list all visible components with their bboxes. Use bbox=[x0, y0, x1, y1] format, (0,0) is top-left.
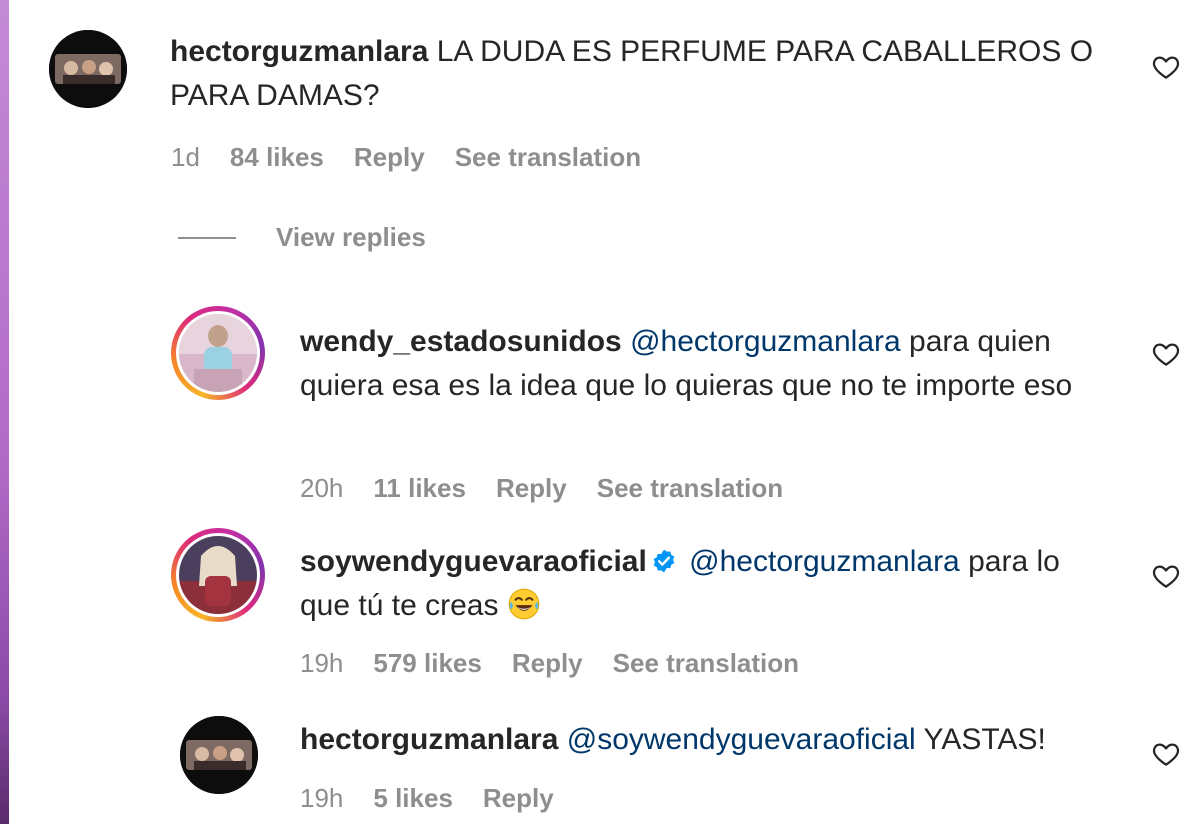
see-translation-button[interactable]: See translation bbox=[455, 142, 641, 173]
reply-likes[interactable]: 579 likes bbox=[373, 648, 481, 679]
view-replies-divider bbox=[178, 236, 236, 239]
reply-button[interactable]: Reply bbox=[354, 142, 425, 173]
comment-meta: 1d 84 likes Reply See translation bbox=[171, 142, 641, 173]
heart-icon[interactable] bbox=[1151, 52, 1181, 82]
comment-time[interactable]: 1d bbox=[171, 142, 200, 173]
view-replies-label: View replies bbox=[276, 222, 426, 252]
heart-icon[interactable] bbox=[1151, 339, 1181, 369]
left-edge-strip bbox=[0, 0, 9, 824]
reply-body: hectorguzmanlara @soywendyguevaraoficial… bbox=[300, 718, 1120, 762]
avatar bbox=[176, 533, 260, 617]
reply-meta: 19h 579 likes Reply See translation bbox=[300, 648, 799, 679]
reply-time[interactable]: 19h bbox=[300, 648, 343, 679]
reply-body: wendy_estadosunidos @hectorguzmanlara pa… bbox=[300, 320, 1090, 408]
reply-button[interactable]: Reply bbox=[496, 473, 567, 504]
avatar-story-ring[interactable] bbox=[171, 528, 265, 622]
avatar[interactable] bbox=[49, 30, 127, 108]
reply-meta: 20h 11 likes Reply See translation bbox=[300, 473, 783, 504]
avatar-story-ring[interactable] bbox=[171, 306, 265, 400]
avatar-photo bbox=[49, 30, 127, 108]
see-translation-button[interactable]: See translation bbox=[613, 648, 799, 679]
laughing-tears-emoji bbox=[508, 588, 540, 620]
verified-badge-icon bbox=[653, 549, 675, 573]
comment-likes[interactable]: 84 likes bbox=[230, 142, 324, 173]
reply-likes[interactable]: 11 likes bbox=[373, 473, 466, 504]
avatar-photo bbox=[179, 536, 257, 614]
reply-time[interactable]: 20h bbox=[300, 473, 343, 504]
reply-username[interactable]: wendy_estadosunidos bbox=[300, 325, 622, 358]
reply-body: soywendyguevaraoficial @hectorguzmanlara… bbox=[300, 540, 1090, 628]
reply-button[interactable]: Reply bbox=[512, 648, 583, 679]
heart-icon[interactable] bbox=[1151, 561, 1181, 591]
comment-body: hectorguzmanlara LA DUDA ES PERFUME PARA… bbox=[170, 30, 1110, 118]
reply-time[interactable]: 19h bbox=[300, 783, 343, 814]
heart-icon[interactable] bbox=[1151, 739, 1181, 769]
reply-mention[interactable]: @soywendyguevaraoficial bbox=[567, 723, 916, 756]
see-translation-button[interactable]: See translation bbox=[597, 473, 783, 504]
comment-username[interactable]: hectorguzmanlara bbox=[170, 35, 428, 68]
reply-text: YASTAS! bbox=[923, 723, 1046, 756]
avatar bbox=[176, 311, 260, 395]
reply-username[interactable]: soywendyguevaraoficial bbox=[300, 545, 647, 578]
avatar-photo bbox=[180, 716, 258, 794]
view-replies-button[interactable]: View replies bbox=[178, 222, 426, 253]
reply-likes[interactable]: 5 likes bbox=[373, 783, 453, 814]
reply-mention[interactable]: @hectorguzmanlara bbox=[630, 325, 901, 358]
reply-mention[interactable]: @hectorguzmanlara bbox=[689, 545, 960, 578]
avatar-photo bbox=[179, 314, 257, 392]
reply-meta: 19h 5 likes Reply bbox=[300, 783, 554, 814]
reply-button[interactable]: Reply bbox=[483, 783, 554, 814]
reply-username[interactable]: hectorguzmanlara bbox=[300, 723, 558, 756]
avatar[interactable] bbox=[180, 716, 258, 794]
